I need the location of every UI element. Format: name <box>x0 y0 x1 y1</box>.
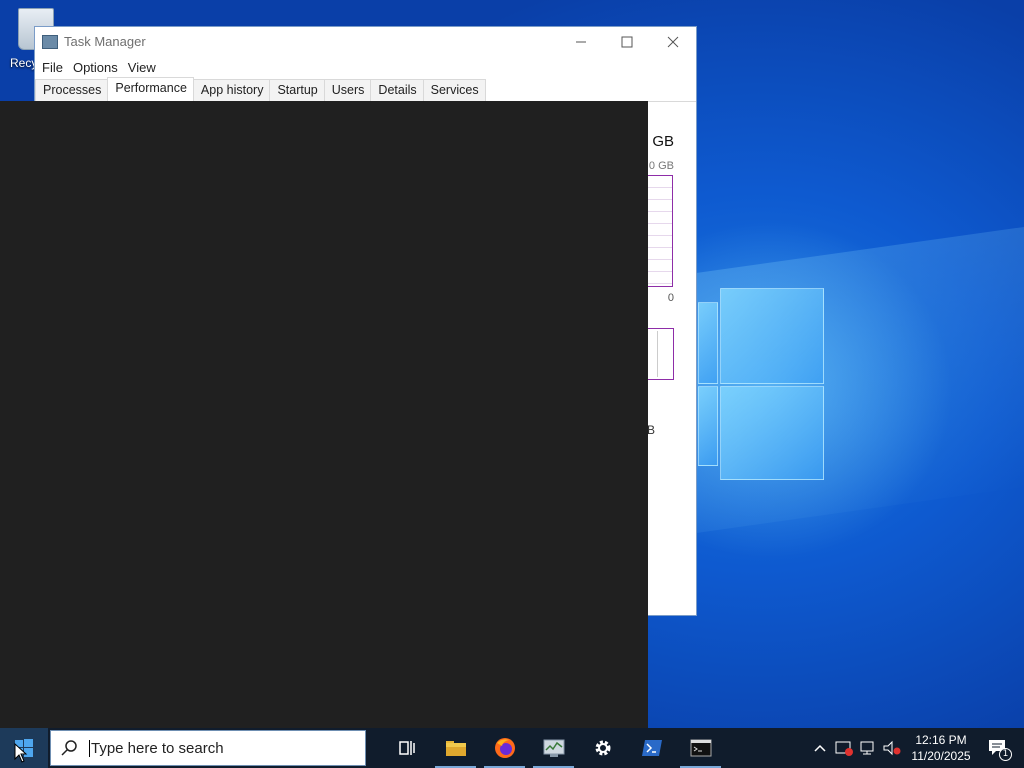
title-bar[interactable]: Task Manager <box>35 27 696 56</box>
minimize-button[interactable] <box>558 27 604 56</box>
tab-processes[interactable]: Processes <box>35 79 109 101</box>
menu-view[interactable]: View <box>123 60 161 75</box>
taskbar-clock[interactable]: 12:16 PM 11/20/2025 <box>904 732 978 764</box>
task-manager-icon <box>543 739 564 757</box>
show-hidden-icons-button[interactable] <box>808 728 832 768</box>
memory-usage-graph <box>647 175 673 287</box>
volume-muted-icon <box>883 740 901 756</box>
firefox-button[interactable] <box>480 728 529 768</box>
action-center-button[interactable]: 1 <box>978 728 1018 768</box>
graph-axis-zero: 0 <box>667 292 674 304</box>
minimize-icon <box>576 41 586 42</box>
windows-logo-wallpaper <box>698 288 824 482</box>
search-icon <box>61 740 77 756</box>
tab-services[interactable]: Services <box>422 79 486 101</box>
network-tray-button[interactable] <box>856 728 880 768</box>
search-placeholder: Type here to search <box>89 739 224 757</box>
menu-bar: File Options View <box>35 56 696 78</box>
task-manager-icon <box>42 34 58 49</box>
memory-sub-label: .0 GB <box>645 160 674 172</box>
tab-users[interactable]: Users <box>323 79 372 101</box>
folder-icon <box>445 741 466 756</box>
recycle-bin-label: Recy <box>10 56 38 70</box>
tab-app-history[interactable]: App history <box>192 79 271 101</box>
security-tray-button[interactable] <box>832 728 856 768</box>
settings-button[interactable] <box>578 728 627 768</box>
gear-icon <box>595 740 610 756</box>
powershell-icon <box>641 740 662 756</box>
menu-file[interactable]: File <box>37 60 68 75</box>
tab-details[interactable]: Details <box>370 79 424 101</box>
memory-composition-bar <box>647 328 674 380</box>
network-icon <box>860 741 874 755</box>
chevron-up-icon <box>814 744 826 752</box>
file-explorer-button[interactable] <box>431 728 480 768</box>
system-tray: 12:16 PM 11/20/2025 1 <box>808 728 1024 768</box>
window-title: Task Manager <box>64 34 146 49</box>
defender-alert-icon <box>835 741 853 756</box>
tab-startup[interactable]: Startup <box>269 79 325 101</box>
clock-time: 12:16 PM <box>915 733 967 747</box>
memory-stat-label: B <box>647 423 656 437</box>
task-view-icon <box>398 741 415 755</box>
powershell-button[interactable] <box>627 728 676 768</box>
clock-date: 11/20/2025 <box>911 749 971 763</box>
volume-tray-button[interactable] <box>880 728 904 768</box>
tab-performance[interactable]: Performance <box>107 77 194 102</box>
command-prompt-icon <box>690 739 711 757</box>
notification-count-badge: 1 <box>999 748 1012 761</box>
close-icon <box>667 36 679 47</box>
command-prompt-button[interactable] <box>676 728 725 768</box>
task-manager-taskbar-button[interactable] <box>529 728 578 768</box>
mouse-cursor <box>14 743 28 763</box>
tab-strip: Processes Performance App history Startu… <box>35 77 696 102</box>
maximize-icon <box>621 36 633 47</box>
taskbar: Type here to search 12:16 PM 11/20/2025 … <box>0 728 1024 768</box>
menu-options[interactable]: Options <box>68 60 123 75</box>
firefox-icon <box>494 738 515 758</box>
maximize-button[interactable] <box>604 27 650 56</box>
task-view-button[interactable] <box>382 728 431 768</box>
blank-overlay-window[interactable] <box>0 101 648 728</box>
search-box[interactable]: Type here to search <box>50 730 366 766</box>
close-button[interactable] <box>650 27 696 56</box>
